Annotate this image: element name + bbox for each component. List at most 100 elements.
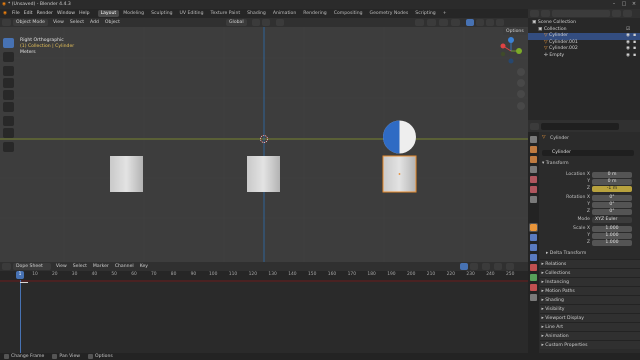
solid-shading-icon[interactable] [466, 19, 474, 26]
menu-window[interactable]: Window [55, 9, 77, 18]
properties-editor[interactable]: ▽ Cylinder Cylinder ▾ Transform Location… [528, 120, 640, 353]
editor-type-icon[interactable] [530, 10, 539, 17]
editor-type-icon[interactable] [2, 19, 11, 26]
snap-icon[interactable] [494, 263, 502, 270]
transform-panel-header[interactable]: ▾ Transform [542, 161, 569, 166]
menu-add[interactable]: Add [87, 19, 102, 26]
object-name-field[interactable]: Cylinder [542, 150, 634, 156]
menu-key[interactable]: Key [137, 263, 151, 270]
data-tab-icon[interactable] [530, 274, 537, 281]
show-hidden-icon[interactable] [470, 263, 478, 270]
filter-icon[interactable] [482, 263, 490, 270]
navigation-gizmo[interactable] [496, 36, 528, 66]
menu-object[interactable]: Object [102, 19, 123, 26]
menu-view[interactable]: View [50, 19, 67, 26]
orientation-dropdown[interactable]: Global [226, 19, 247, 26]
panel-visibility[interactable]: ▸ Visibility [540, 304, 640, 313]
move-tool-icon[interactable] [3, 66, 14, 76]
maximize-icon[interactable]: □ [619, 1, 629, 8]
eye-icon[interactable]: ◉ [626, 53, 630, 60]
select-box-tool-icon[interactable] [3, 38, 14, 48]
visibility-icon[interactable] [415, 19, 424, 26]
panel-instancing[interactable]: ▸ Instancing [540, 277, 640, 286]
delta-transform-subpanel[interactable]: ▸ Delta Transform [546, 251, 586, 256]
pivot-icon[interactable] [252, 19, 260, 26]
location-x-field[interactable]: 0 m [592, 172, 632, 178]
workspace-tab-geometry-nodes[interactable]: Geometry Nodes [367, 10, 412, 17]
outliner[interactable]: ▣ Scene Collection ▣ Collection ☑ ▽ Cylin… [528, 9, 640, 120]
cursor-tool-icon[interactable] [3, 52, 14, 62]
measure-tool-icon[interactable] [3, 128, 14, 138]
minimize-icon[interactable]: – [609, 1, 619, 8]
rotate-tool-icon[interactable] [3, 78, 14, 88]
menu-render[interactable]: Render [35, 9, 55, 18]
output-tab-icon[interactable] [530, 156, 537, 163]
dope-sheet-editor[interactable]: Dope Sheet View Select Marker Channel Ke… [0, 262, 528, 353]
rotation-z-field[interactable]: 0° [592, 209, 632, 215]
workspace-tab-sculpting[interactable]: Sculpting [148, 10, 175, 17]
editor-type-icon[interactable] [2, 263, 11, 270]
camera-icon[interactable]: ▪ [633, 53, 636, 60]
collection-tab-icon[interactable] [530, 196, 537, 203]
new-collection-icon[interactable] [623, 10, 632, 17]
rotation-x-field[interactable]: 0° [592, 195, 632, 201]
rotation-y-field[interactable]: 0° [592, 202, 632, 208]
options-dropdown[interactable]: Options [503, 28, 527, 35]
filter-icon[interactable] [612, 10, 621, 17]
display-mode-icon[interactable] [541, 10, 550, 17]
workspace-tab-uv-editing[interactable]: UV Editing [177, 10, 207, 17]
workspace-tab-shading[interactable]: Shading [244, 10, 269, 17]
modifier-tab-icon[interactable] [530, 234, 537, 241]
panel-shading[interactable]: ▸ Shading [540, 295, 640, 304]
physics-tab-icon[interactable] [530, 254, 537, 261]
proportional-icon[interactable] [506, 263, 514, 270]
panel-line-art[interactable]: ▸ Line Art [540, 322, 640, 331]
close-icon[interactable]: × [629, 1, 639, 8]
add-cube-tool-icon[interactable] [3, 142, 14, 152]
menu-channel[interactable]: Channel [112, 263, 137, 270]
dope-sheet-mode-dropdown[interactable]: Dope Sheet [13, 263, 51, 270]
3d-viewport[interactable]: Object Mode View Select Add Object Globa… [0, 18, 528, 262]
overlay-icon[interactable] [439, 19, 448, 26]
workspace-tab-modeling[interactable]: Modeling [120, 10, 147, 17]
properties-search-input[interactable] [541, 122, 619, 130]
render-tab-icon[interactable] [530, 146, 537, 153]
outliner-row-empty[interactable]: ✢ Empty ◉ ▪ [528, 53, 640, 60]
menu-select[interactable]: Select [67, 19, 87, 26]
proportional-edit-icon[interactable] [276, 19, 284, 26]
menu-help[interactable]: Help [77, 9, 91, 18]
gizmo-icon[interactable] [427, 19, 436, 26]
scale-y-field[interactable]: 1.000 [592, 233, 632, 239]
workspace-tab-layout[interactable]: Layout [97, 10, 120, 17]
view-layer-tab-icon[interactable] [530, 166, 537, 173]
material-shading-icon[interactable] [486, 19, 494, 26]
pan-icon[interactable] [517, 79, 525, 87]
menu-select[interactable]: Select [70, 263, 90, 270]
panel-viewport-display[interactable]: ▸ Viewport Display [540, 313, 640, 322]
constraints-tab-icon[interactable] [530, 264, 537, 271]
menu-file[interactable]: File [10, 9, 22, 18]
panel-relations[interactable]: ▸ Relations [540, 259, 640, 268]
world-tab-icon[interactable] [530, 186, 537, 193]
workspace-tab-animation[interactable]: Animation [270, 10, 299, 17]
perspective-toggle-icon[interactable] [517, 102, 525, 110]
rendered-shading-icon[interactable] [496, 19, 504, 26]
annotate-tool-icon[interactable] [3, 116, 14, 126]
add-workspace-icon[interactable]: + [440, 10, 450, 17]
snap-icon[interactable] [262, 19, 270, 26]
particles-tab-icon[interactable] [530, 244, 537, 251]
scene-tab-icon[interactable] [530, 176, 537, 183]
editor-type-icon[interactable] [530, 122, 539, 130]
blender-menu-icon[interactable]: ◉ [0, 11, 10, 16]
rotation-mode-dropdown[interactable]: XYZ Euler [592, 217, 632, 223]
wireframe-shading-icon[interactable] [476, 19, 484, 26]
menu-view[interactable]: View [53, 263, 70, 270]
transform-tool-icon[interactable] [3, 102, 14, 112]
frame-ruler[interactable]: 1 10 20 30 40 50 60 70 80 90 100 110 120 130 140 150 16… [0, 271, 528, 280]
panel-custom-properties[interactable]: ▸ Custom Properties [540, 340, 640, 349]
location-y-field[interactable]: 0 m [592, 179, 632, 185]
panel-collections[interactable]: ▸ Collections [540, 268, 640, 277]
camera-view-icon[interactable] [517, 90, 525, 98]
zoom-icon[interactable] [517, 68, 525, 76]
panel-motion-paths[interactable]: ▸ Motion Paths [540, 286, 640, 295]
